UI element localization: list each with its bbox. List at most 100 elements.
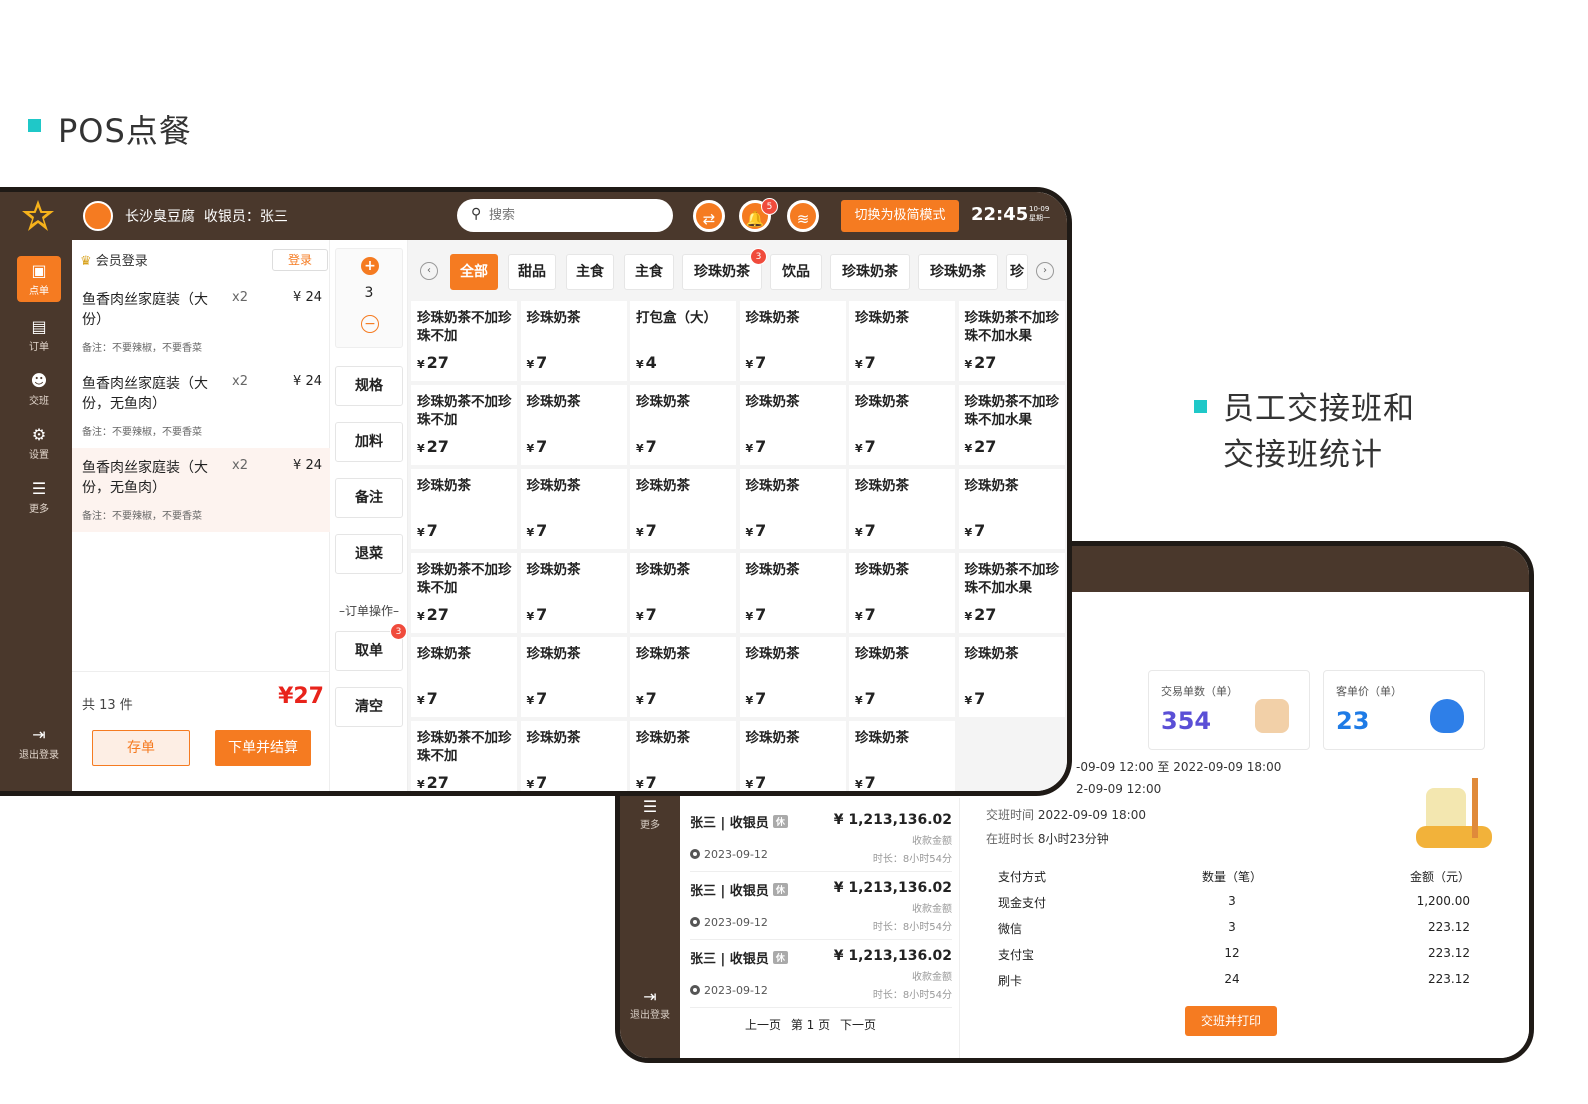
dish-card[interactable]: 珍珠奶茶 ¥7 <box>739 385 846 465</box>
clear-button[interactable]: 清空 <box>335 687 403 727</box>
category-tab-all[interactable]: 全部 <box>450 254 498 290</box>
shift-record[interactable]: 张三 | 收银员休 ¥ 1,213,136.02 收款金额 2023-09-12… <box>690 874 952 940</box>
dish-card[interactable]: 珍珠奶茶不加珍珠不加 ¥27 <box>411 301 517 381</box>
dish-name: 珍珠奶茶 <box>526 562 581 578</box>
dish-card[interactable]: 珍珠奶茶 ¥7 <box>739 637 846 717</box>
currency-symbol: ¥ <box>964 442 973 455</box>
search-input[interactable] <box>489 205 659 225</box>
dish-card[interactable]: 珍珠奶茶 ¥7 <box>849 301 955 381</box>
prev-page-button[interactable]: 上一页 <box>745 1018 781 1032</box>
dish-card[interactable]: 珍珠奶茶 ¥7 <box>520 301 627 381</box>
category-tab[interactable]: 主食 <box>566 254 614 290</box>
dish-price: ¥7 <box>636 605 657 624</box>
wifi-icon[interactable]: ≋ <box>787 200 819 232</box>
record-duration: 时长：8小时54分 <box>872 922 952 933</box>
login-button[interactable]: 登录 <box>272 249 328 271</box>
quantity-value: 3 <box>364 285 374 301</box>
dish-card[interactable]: 珍珠奶茶 ¥7 <box>958 637 1065 717</box>
spec-button[interactable]: 规格 <box>335 366 403 406</box>
plus-icon[interactable]: + <box>361 257 379 275</box>
dish-card[interactable]: 珍珠奶茶 ¥7 <box>739 469 846 549</box>
order-item-selected[interactable]: 鱼香肉丝家庭装（大份，无鱼肉） x2 ¥ 24 备注：不要辣椒，不要香菜 <box>72 448 330 532</box>
dish-card[interactable]: 打包盒（大） ¥4 <box>630 301 736 381</box>
dish-card[interactable]: 珍珠奶茶 ¥7 <box>630 721 736 791</box>
logout-button[interactable]: ⇥ 退出登录 <box>620 988 680 1022</box>
dish-card[interactable]: 珍珠奶茶 ¥7 <box>630 469 736 549</box>
category-tab[interactable]: 珍珠奶茶 <box>830 254 910 290</box>
dish-card[interactable]: 珍珠奶茶 ¥7 <box>630 553 736 633</box>
dish-card[interactable]: 珍珠奶茶 ¥7 <box>520 469 627 549</box>
dish-price-value: 7 <box>974 689 986 708</box>
dish-card[interactable]: 珍珠奶茶 ¥7 <box>520 385 627 465</box>
dish-card[interactable]: 珍珠奶茶 ¥7 <box>849 721 955 791</box>
dish-name: 珍珠奶茶 <box>855 394 909 410</box>
category-tab[interactable]: 珍珠奶茶 <box>918 254 998 290</box>
checkout-button[interactable]: 下单并结算 <box>215 730 311 766</box>
category-tab[interactable]: 饮品 <box>770 254 822 290</box>
logout-button[interactable]: ⇥ 退出登录 <box>15 720 63 766</box>
minus-icon[interactable]: − <box>361 315 379 333</box>
addon-button[interactable]: 加料 <box>335 422 403 462</box>
record-date: 2023-09-12 <box>704 916 768 929</box>
dish-card[interactable]: 珍珠奶茶 ¥7 <box>520 637 627 717</box>
nav-orders[interactable]: ▤ 订单 <box>17 312 61 358</box>
next-page-button[interactable]: 下一页 <box>840 1018 876 1032</box>
dish-card[interactable]: 珍珠奶茶不加珍珠不加水果 ¥27 <box>958 301 1065 381</box>
dish-card[interactable]: 珍珠奶茶 ¥7 <box>849 553 955 633</box>
dish-price-value: 27 <box>426 605 449 624</box>
nav-handover[interactable]: ☻ 交班 <box>17 366 61 412</box>
dish-card[interactable]: 珍珠奶茶 ¥7 <box>958 469 1065 549</box>
dish-card[interactable]: 珍珠奶茶 ¥7 <box>411 637 517 717</box>
shift-record[interactable]: 张三 | 收银员休 ¥ 1,213,136.02 收款金额 2023-09-12… <box>690 806 952 872</box>
category-tab[interactable]: 甜品 <box>508 254 556 290</box>
chevron-right-icon[interactable]: › <box>1036 262 1054 280</box>
handover-print-button[interactable]: 交班并打印 <box>1185 1006 1277 1036</box>
order-item[interactable]: 鱼香肉丝家庭装（大份） x2 ¥ 24 备注：不要辣椒，不要香菜 <box>72 280 330 364</box>
dish-card[interactable]: 珍珠奶茶不加珍珠不加 ¥27 <box>411 721 517 791</box>
nav-more[interactable]: ☰ 更多 <box>17 474 61 520</box>
dish-card[interactable]: 珍珠奶茶 ¥7 <box>849 469 955 549</box>
dish-card[interactable]: 珍珠奶茶 ¥7 <box>520 553 627 633</box>
refund-button[interactable]: 退菜 <box>335 534 403 574</box>
currency-symbol: ¥ <box>745 694 754 707</box>
dish-price: ¥7 <box>746 605 767 624</box>
switch-icon[interactable]: ⇄ <box>693 200 725 232</box>
dish-card[interactable]: 珍珠奶茶 ¥7 <box>411 469 517 549</box>
payment-row: 现金支付 3 1,200.00 <box>998 894 1470 910</box>
chevron-left-icon[interactable]: ‹ <box>420 262 438 280</box>
dish-card[interactable]: 珍珠奶茶 ¥7 <box>520 721 627 791</box>
currency-symbol: ¥ <box>636 358 644 371</box>
dish-card[interactable]: 珍珠奶茶 ¥7 <box>739 301 846 381</box>
dish-price: ¥7 <box>527 521 548 540</box>
dish-card[interactable]: 珍珠奶茶 ¥7 <box>849 637 955 717</box>
dish-price-value: 7 <box>755 605 767 624</box>
dish-card[interactable]: 珍珠奶茶不加珍珠不加水果 ¥27 <box>958 553 1065 633</box>
dish-price: ¥7 <box>636 773 657 791</box>
record-amount: ¥ 1,213,136.02 <box>833 880 952 896</box>
order-item[interactable]: 鱼香肉丝家庭装（大份，无鱼肉） x2 ¥ 24 备注：不要辣椒，不要香菜 <box>72 364 330 448</box>
dish-price: ¥7 <box>746 437 767 456</box>
dish-price: ¥7 <box>855 689 876 708</box>
dish-name: 珍珠奶茶不加珍珠不加 <box>417 562 512 596</box>
dish-card[interactable]: 珍珠奶茶 ¥7 <box>739 553 846 633</box>
dish-card[interactable]: 珍珠奶茶不加珍珠不加 ¥27 <box>411 553 517 633</box>
save-order-button[interactable]: 存单 <box>92 730 190 766</box>
handover-time: 交班时间 2022-09-09 18:00 <box>986 808 1146 822</box>
nav-settings[interactable]: ⚙ 设置 <box>17 420 61 466</box>
shift-record[interactable]: 张三 | 收银员休 ¥ 1,213,136.02 收款金额 2023-09-12… <box>690 942 952 1008</box>
category-tab[interactable]: 珍 <box>1006 254 1028 290</box>
dish-card[interactable]: 珍珠奶茶 ¥7 <box>630 637 736 717</box>
dish-price-value: 27 <box>974 353 997 372</box>
nav-order[interactable]: ▣ 点单 <box>17 256 61 302</box>
heading-marker <box>1194 400 1207 413</box>
dish-card[interactable]: 珍珠奶茶 ¥7 <box>849 385 955 465</box>
category-tab[interactable]: 主食 <box>624 254 674 290</box>
note-button[interactable]: 备注 <box>335 478 403 518</box>
dish-card[interactable]: 珍珠奶茶不加珍珠不加水果 ¥27 <box>958 385 1065 465</box>
dish-card[interactable]: 珍珠奶茶不加珍珠不加 ¥27 <box>411 385 517 465</box>
dish-card[interactable]: 珍珠奶茶 ¥7 <box>739 721 846 791</box>
dish-card[interactable]: 珍珠奶茶 ¥7 <box>630 385 736 465</box>
nav-more[interactable]: ☰ 更多 <box>620 798 680 832</box>
dish-price: ¥27 <box>417 353 449 372</box>
simple-mode-button[interactable]: 切换为极简模式 <box>841 200 959 232</box>
